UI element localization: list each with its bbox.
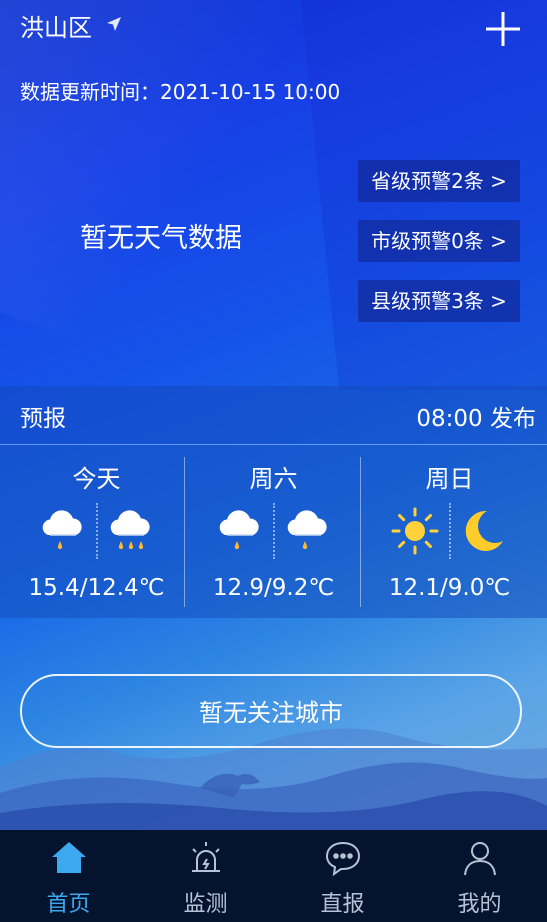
city-name[interactable]: 洪山区 — [20, 8, 92, 43]
bottom-nav: 首页 监测 直报 我的 — [0, 830, 547, 922]
forecast-day-saturday[interactable]: 周六 12.9/9.2℃ — [185, 445, 362, 618]
day-temperature: 15.4/12.4℃ — [28, 575, 165, 601]
no-followed-city-button[interactable]: 暂无关注城市 — [20, 674, 522, 748]
sun-icon — [391, 507, 439, 555]
day-name: 周日 — [425, 465, 474, 493]
day-night-separator — [449, 503, 451, 559]
forecast-title: 预报 — [20, 406, 66, 432]
user-icon — [463, 842, 496, 876]
county-warning-button[interactable]: 县级预警3条 > — [358, 280, 520, 322]
day-night-separator — [273, 503, 275, 559]
nav-label-home: 首页 — [46, 892, 91, 917]
day-name: 今天 — [72, 465, 121, 493]
update-time: 数据更新时间：2021-10-15 10:00 — [20, 80, 341, 104]
cloud-light-rain-icon — [42, 510, 82, 550]
forecast-publish-time: 08:00 发布 — [416, 406, 536, 432]
nav-label-report: 直报 — [320, 892, 365, 917]
nav-item-home[interactable]: 首页 — [0, 830, 137, 922]
forecast-days: 今天 15.4/12.4℃ 周六 12.9/9.2℃ 周日 12.1/9.0℃ — [0, 445, 547, 618]
day-temperature: 12.1/9.0℃ — [388, 575, 511, 601]
day-name: 周六 — [249, 465, 298, 493]
home-icon — [51, 842, 86, 873]
nav-label-mine: 我的 — [457, 892, 502, 917]
nav-label-monitor: 监测 — [183, 892, 228, 917]
nav-item-report[interactable]: 直报 — [274, 830, 411, 922]
cloud-moderate-rain-icon — [110, 510, 150, 550]
moon-icon — [465, 510, 503, 551]
day-night-separator — [96, 503, 98, 559]
no-weather-data-text: 暂无天气数据 — [80, 223, 242, 254]
day-temperature: 12.9/9.2℃ — [212, 575, 335, 601]
forecast-header: 预报 08:00 发布 — [0, 386, 547, 444]
forecast-day-sunday[interactable]: 周日 12.1/9.0℃ — [361, 445, 538, 618]
add-city-button[interactable] — [484, 10, 522, 48]
city-warning-button[interactable]: 市级预警0条 > — [358, 220, 520, 262]
forecast-day-today[interactable]: 今天 15.4/12.4℃ — [8, 445, 185, 618]
location-arrow-icon[interactable] — [104, 14, 124, 34]
cloud-light-rain-icon — [287, 510, 327, 550]
province-warning-button[interactable]: 省级预警2条 > — [358, 160, 520, 202]
chat-icon — [325, 841, 360, 877]
alarm-light-icon — [191, 842, 220, 872]
nav-item-monitor[interactable]: 监测 — [137, 830, 274, 922]
nav-item-mine[interactable]: 我的 — [411, 830, 547, 922]
cloud-light-rain-icon — [219, 510, 259, 550]
top-bar: 洪山区 — [0, 0, 547, 60]
